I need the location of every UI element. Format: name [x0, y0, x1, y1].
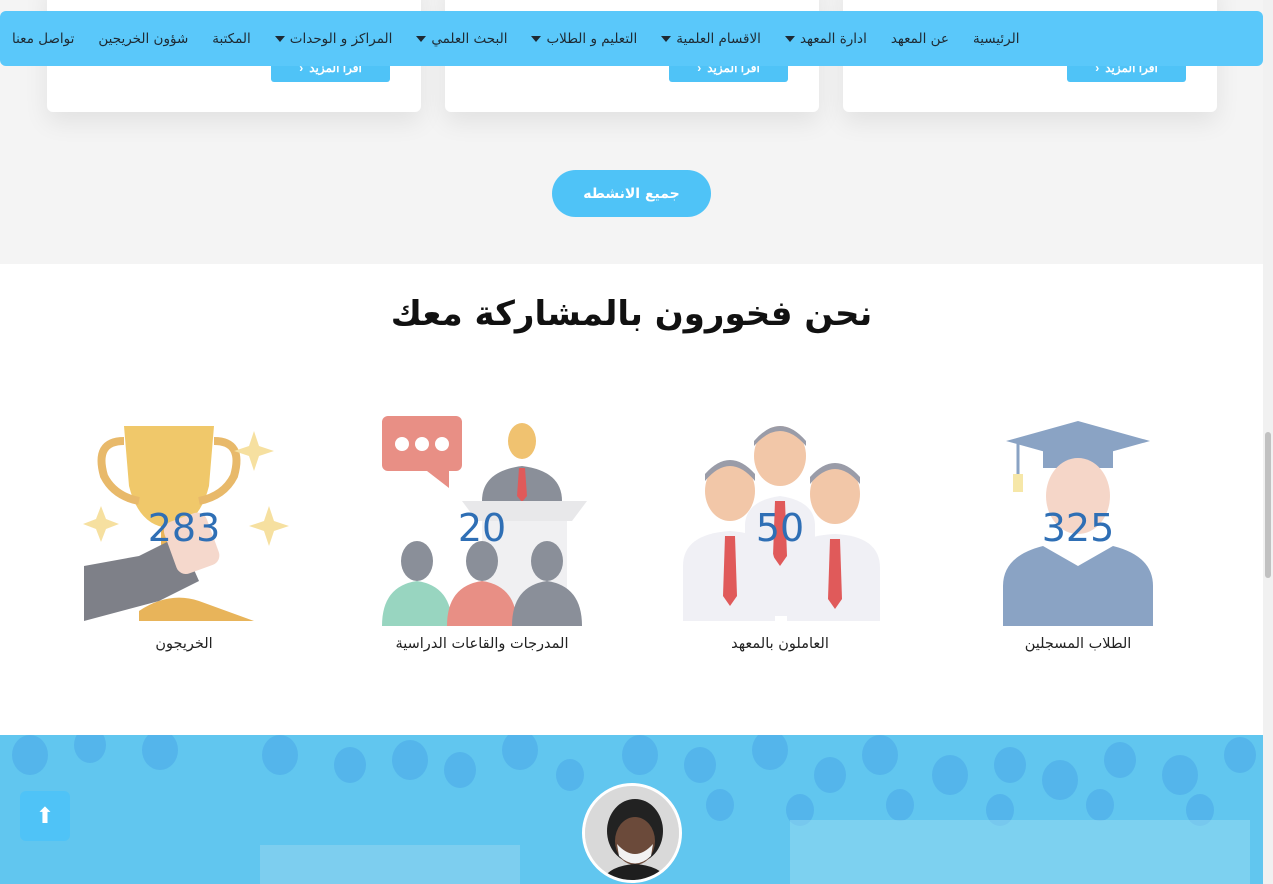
nav-item-alumni[interactable]: شؤون الخريجين — [86, 31, 200, 47]
stat-halls: 20 المدرجات والقاعات الدراسية — [372, 416, 592, 652]
caret-down-icon — [661, 35, 672, 42]
stat-students: 325 الطلاب المسجلين — [968, 416, 1188, 652]
main-navbar: الرئيسية عن المعهد ادارة المعهد الاقسام … — [0, 11, 1263, 66]
lecture-hall-icon: 20 — [377, 416, 587, 626]
stat-label: الطلاب المسجلين — [1024, 636, 1132, 652]
nav-menu: الرئيسية عن المعهد ادارة المعهد الاقسام … — [0, 31, 1031, 47]
testimonial-avatar — [582, 783, 682, 883]
nav-item-about[interactable]: عن المعهد — [879, 31, 961, 47]
stats-title: نحن فخورون بالمشاركة معك — [390, 294, 873, 334]
stat-value: 50 — [755, 506, 805, 550]
nav-item-research[interactable]: البحث العلمي — [404, 31, 519, 47]
nav-item-centers[interactable]: المراكز و الوحدات — [263, 31, 405, 47]
stat-label: المدرجات والقاعات الدراسية — [395, 636, 569, 652]
caret-down-icon — [531, 35, 542, 42]
graduate-icon: 325 — [973, 416, 1183, 626]
stats-section: نحن فخورون بالمشاركة معك 325 الطلاب المس… — [0, 264, 1263, 735]
caret-down-icon — [274, 35, 285, 42]
page-scrollbar[interactable] — [1263, 0, 1273, 884]
caret-down-icon — [784, 35, 795, 42]
nav-item-home[interactable]: الرئيسية — [961, 31, 1032, 47]
stat-graduates: 283 الخريجون — [74, 416, 294, 652]
stat-value: 325 — [1041, 506, 1115, 550]
stat-staff: 50 العاملون بالمعهد — [670, 416, 890, 652]
nav-item-contact[interactable]: تواصل معنا — [0, 31, 86, 47]
staff-icon: 50 — [675, 416, 885, 626]
nav-item-administration[interactable]: ادارة المعهد — [773, 31, 879, 47]
nav-item-education[interactable]: التعليم و الطلاب — [519, 31, 649, 47]
scrollbar-thumb[interactable] — [1265, 432, 1271, 578]
scroll-to-top-button[interactable]: ⬆ — [20, 791, 70, 841]
caret-down-icon — [416, 35, 427, 42]
stat-label: العاملون بالمعهد — [731, 636, 829, 652]
stat-label: الخريجون — [155, 636, 213, 652]
nav-item-departments[interactable]: الاقسام العلمية — [649, 31, 773, 47]
stat-value: 20 — [457, 506, 507, 550]
arrow-up-icon: ⬆ — [35, 803, 55, 828]
stat-value: 283 — [147, 506, 221, 550]
nav-item-library[interactable]: المكتبة — [200, 31, 263, 47]
trophy-icon: 283 — [79, 416, 289, 626]
all-activities-button[interactable]: جميع الانشطه — [552, 170, 711, 217]
